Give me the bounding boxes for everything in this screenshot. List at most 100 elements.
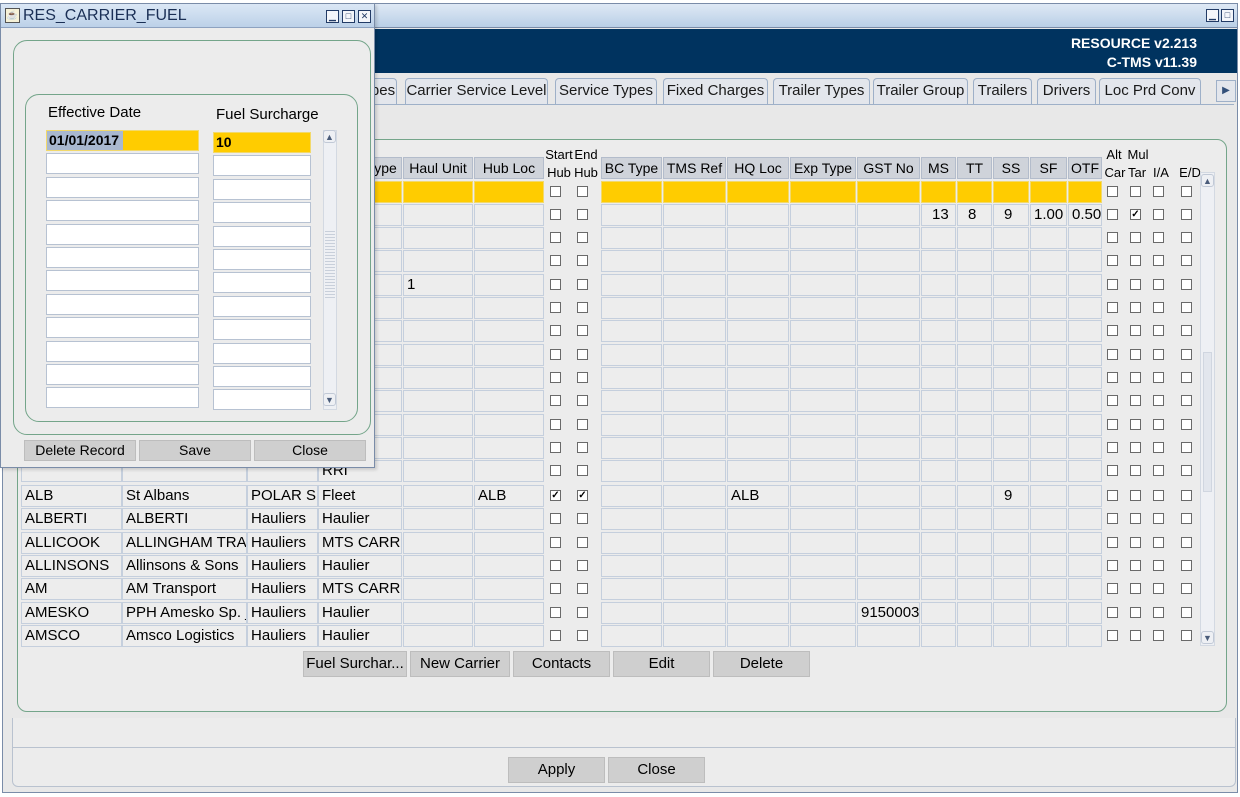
checkbox-start-hub[interactable] xyxy=(550,607,561,618)
cell-type[interactable]: Haulier xyxy=(318,625,402,647)
cell-tms-ref[interactable] xyxy=(663,274,726,296)
fuel-surcharge-field[interactable] xyxy=(213,272,311,294)
cell-haul-unit[interactable] xyxy=(403,414,473,436)
cell-gst-no[interactable] xyxy=(857,390,920,412)
effective-date-field[interactable] xyxy=(46,364,199,385)
checkbox-ia[interactable] xyxy=(1153,279,1164,290)
cell-exp-type[interactable] xyxy=(790,602,856,624)
checkbox-ed[interactable] xyxy=(1181,630,1192,641)
checkbox-end-hub[interactable] xyxy=(577,255,588,266)
cell-tms-ref[interactable] xyxy=(663,367,726,389)
cell-otf[interactable] xyxy=(1068,460,1102,482)
checkbox-alt-car[interactable] xyxy=(1107,583,1118,594)
effective-date-field[interactable] xyxy=(46,176,199,198)
col-header-ss[interactable]: SS xyxy=(993,157,1029,179)
cell-tms-ref[interactable] xyxy=(663,390,726,412)
cell-ss[interactable] xyxy=(993,578,1029,600)
checkbox-end-hub[interactable] xyxy=(577,607,588,618)
cell-tt[interactable] xyxy=(957,390,992,412)
cell-ss[interactable] xyxy=(993,437,1029,459)
cell-hq-loc[interactable] xyxy=(727,367,789,389)
checkbox-ia[interactable] xyxy=(1153,465,1164,476)
checkbox-end-hub[interactable] xyxy=(577,372,588,383)
cell-ss[interactable] xyxy=(993,367,1029,389)
cell-ms[interactable] xyxy=(921,181,956,203)
cell-hub-loc[interactable] xyxy=(474,274,544,296)
cell-ss[interactable] xyxy=(993,227,1029,249)
effective-date-field[interactable] xyxy=(46,340,199,362)
cell-haul-unit[interactable] xyxy=(403,367,473,389)
checkbox-ia[interactable] xyxy=(1153,442,1164,453)
cell-code[interactable]: AMSCO xyxy=(21,625,122,647)
cell-group[interactable]: Hauliers xyxy=(247,625,318,647)
tab-carrier-service-level[interactable]: Carrier Service Level xyxy=(405,78,548,104)
checkbox-mul-tar[interactable] xyxy=(1130,442,1141,453)
cell-hq-loc[interactable] xyxy=(727,555,789,577)
col-header-tt[interactable]: TT xyxy=(957,157,992,179)
checkbox-start-hub[interactable] xyxy=(550,537,561,548)
checkbox-alt-car[interactable] xyxy=(1107,209,1118,220)
cell-tt[interactable] xyxy=(957,250,992,272)
effective-date-field[interactable]: 01/01/2017 xyxy=(46,130,199,151)
checkbox-ia[interactable] xyxy=(1153,209,1164,220)
fuel-surcharge-field[interactable] xyxy=(213,342,311,364)
cell-sf[interactable] xyxy=(1030,485,1067,507)
col-header-hub-loc[interactable]: Hub Loc xyxy=(474,157,544,179)
cell-sf[interactable] xyxy=(1030,602,1067,624)
cell-hq-loc[interactable] xyxy=(727,274,789,296)
cell-gst-no[interactable] xyxy=(857,578,920,600)
checkbox-end-hub[interactable] xyxy=(577,630,588,641)
effective-date-field[interactable] xyxy=(46,153,199,175)
cell-exp-type[interactable] xyxy=(790,344,856,366)
cell-ms[interactable] xyxy=(921,320,956,342)
fuel-surcharge-field[interactable] xyxy=(213,319,311,341)
cell-hub-loc[interactable] xyxy=(474,578,544,600)
tab-trailers[interactable]: Trailers xyxy=(973,78,1032,104)
col-header-sf[interactable]: SF xyxy=(1030,157,1067,179)
cell-ss[interactable] xyxy=(993,320,1029,342)
cell-hub-loc[interactable] xyxy=(474,625,544,647)
checkbox-alt-car[interactable] xyxy=(1107,349,1118,360)
checkbox-alt-car[interactable] xyxy=(1107,560,1118,571)
cell-tms-ref[interactable] xyxy=(663,344,726,366)
cell-type[interactable]: Haulier xyxy=(318,508,402,530)
cell-gst-no[interactable] xyxy=(857,460,920,482)
cell-hub-loc[interactable] xyxy=(474,250,544,272)
checkbox-alt-car[interactable] xyxy=(1107,490,1118,501)
checkbox-ed[interactable] xyxy=(1181,372,1192,383)
cell-haul-unit[interactable] xyxy=(403,250,473,272)
cell-exp-type[interactable] xyxy=(790,297,856,319)
checkbox-alt-car[interactable] xyxy=(1107,607,1118,618)
cell-tt[interactable] xyxy=(957,367,992,389)
cell-otf[interactable] xyxy=(1068,274,1102,296)
cell-tms-ref[interactable] xyxy=(663,227,726,249)
cell-group[interactable]: Hauliers xyxy=(247,532,318,554)
checkbox-ed[interactable] xyxy=(1181,255,1192,266)
cell-exp-type[interactable] xyxy=(790,625,856,647)
cell-otf[interactable] xyxy=(1068,297,1102,319)
checkbox-mul-tar[interactable] xyxy=(1130,302,1141,313)
cell-ss[interactable] xyxy=(993,460,1029,482)
cell-otf[interactable] xyxy=(1068,555,1102,577)
cell-exp-type[interactable] xyxy=(790,320,856,342)
checkbox-alt-car[interactable] xyxy=(1107,395,1118,406)
fuel-surcharge-field[interactable] xyxy=(213,178,311,200)
checkbox-alt-car[interactable] xyxy=(1107,465,1118,476)
dialog-scrollbar-grip[interactable] xyxy=(325,229,335,299)
cell-bc-type[interactable] xyxy=(601,227,662,249)
cell-bc-type[interactable] xyxy=(601,250,662,272)
col-header-haul-unit[interactable]: Haul Unit xyxy=(403,157,473,179)
cell-hub-loc[interactable] xyxy=(474,390,544,412)
cell-type[interactable]: MTS CARRI xyxy=(318,578,402,600)
cell-sf[interactable] xyxy=(1030,508,1067,530)
checkbox-start-hub[interactable] xyxy=(550,209,561,220)
col-header-tms-ref[interactable]: TMS Ref xyxy=(663,157,726,179)
cell-ss[interactable] xyxy=(993,250,1029,272)
cell-hub-loc[interactable] xyxy=(474,460,544,482)
cell-haul-unit[interactable] xyxy=(403,625,473,647)
cell-ms[interactable] xyxy=(921,344,956,366)
checkbox-ia[interactable] xyxy=(1153,419,1164,430)
cell-tms-ref[interactable] xyxy=(663,532,726,554)
checkbox-mul-tar[interactable] xyxy=(1130,630,1141,641)
cell-sf[interactable] xyxy=(1030,625,1067,647)
